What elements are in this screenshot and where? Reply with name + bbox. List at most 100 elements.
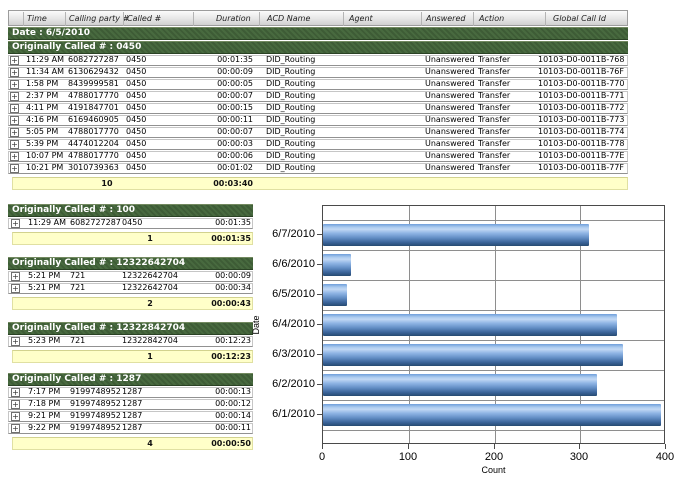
column-header-agent[interactable]: Agent	[349, 11, 373, 26]
summary-total-duration: 00:12:23	[194, 350, 251, 363]
expand-icon[interactable]: +	[10, 128, 19, 137]
cell-global-call-id: 10103-D0-0011B-76F	[538, 67, 624, 78]
column-separator	[421, 12, 422, 26]
chart-bar	[323, 344, 623, 366]
cell-answered: Unanswered	[425, 103, 475, 114]
cell-time: 11:29 AM	[28, 218, 68, 229]
cell-calling-party: 4788017770	[68, 91, 122, 102]
category-label: 6/3/2010	[260, 348, 315, 360]
cell-action: Transfer	[478, 79, 530, 90]
x-tickmark	[408, 444, 409, 449]
y-gridline	[323, 340, 664, 341]
expand-icon[interactable]: +	[10, 164, 19, 173]
cell-answered: Unanswered	[425, 151, 475, 162]
expand-icon[interactable]: +	[11, 412, 20, 421]
cell-duration: 00:00:13	[194, 387, 251, 398]
cell-global-call-id: 10103-D0-0011B-773	[538, 115, 624, 126]
cell-calling-party: 4788017770	[68, 127, 122, 138]
chart-bar	[323, 284, 347, 306]
expand-icon[interactable]: +	[11, 272, 20, 281]
summary-total-duration: 00:03:40	[196, 177, 253, 190]
cell-action: Transfer	[478, 163, 530, 174]
column-header-global-call-id[interactable]: Global Call Id	[553, 11, 606, 26]
x-tick-label: 0	[304, 451, 340, 463]
x-tick-label: 200	[476, 451, 512, 463]
cell-answered: Unanswered	[425, 79, 475, 90]
summary-total-duration: 00:00:43	[194, 297, 251, 310]
column-header-duration[interactable]: Duration	[216, 11, 251, 26]
expand-icon[interactable]: +	[10, 116, 19, 125]
cell-acd-name: DID_Routing	[266, 67, 340, 78]
expand-icon[interactable]: +	[11, 424, 20, 433]
cell-time: 2:37 PM	[26, 91, 66, 102]
expand-icon[interactable]: +	[10, 152, 19, 161]
cell-calling-party: 9199748952	[70, 399, 124, 410]
cell-time: 11:29 AM	[26, 55, 66, 66]
cell-called-number: 1287	[122, 423, 188, 434]
expand-icon[interactable]: +	[10, 56, 19, 65]
column-header-calling-party-[interactable]: Calling party #	[69, 11, 129, 26]
expand-icon[interactable]: +	[11, 284, 20, 293]
cell-answered: Unanswered	[425, 55, 475, 66]
cell-time: 5:05 PM	[26, 127, 66, 138]
column-header-time[interactable]: Time	[27, 11, 47, 26]
column-separator	[193, 12, 194, 26]
cell-time: 10:21 PM	[26, 163, 66, 174]
expand-icon[interactable]: +	[10, 140, 19, 149]
cell-answered: Unanswered	[425, 91, 475, 102]
cell-action: Transfer	[478, 151, 530, 162]
column-header-answered[interactable]: Answered	[426, 11, 465, 26]
expand-icon[interactable]: +	[10, 92, 19, 101]
column-header-acd-name[interactable]: ACD Name	[267, 11, 310, 26]
cell-time: 4:16 PM	[26, 115, 66, 126]
y-tickmark	[317, 324, 322, 325]
column-header-action[interactable]: Action	[479, 11, 504, 26]
y-gridline	[323, 430, 664, 431]
column-separator	[23, 12, 24, 26]
y-gridline	[323, 220, 664, 221]
category-label: 6/2/2010	[260, 378, 315, 390]
cell-called-number: 0450	[126, 163, 192, 174]
y-tickmark	[317, 384, 322, 385]
cell-global-call-id: 10103-D0-0011B-77F	[538, 163, 624, 174]
cell-duration: 00:00:12	[194, 399, 251, 410]
column-separator	[65, 12, 66, 26]
cell-called-number: 12322842704	[122, 336, 188, 347]
category-label: 6/1/2010	[260, 408, 315, 420]
y-tickmark	[317, 294, 322, 295]
chart-plot-area	[322, 205, 665, 444]
cell-duration: 00:00:11	[194, 423, 251, 434]
cell-called-number: 0450	[126, 103, 192, 114]
x-tick-label: 400	[647, 451, 676, 463]
cell-calling-party: 6130629432	[68, 67, 122, 78]
y-tickmark	[317, 234, 322, 235]
y-gridline	[323, 280, 664, 281]
column-header-called-[interactable]: Called #	[127, 11, 161, 26]
expand-icon[interactable]: +	[11, 219, 20, 228]
expand-icon[interactable]: +	[10, 80, 19, 89]
cell-duration: 00:00:34	[194, 283, 251, 294]
cell-duration: 00:00:15	[196, 103, 253, 114]
expand-icon[interactable]: +	[10, 104, 19, 113]
summary-call-count: 10	[85, 177, 129, 190]
chart-bar	[323, 404, 661, 426]
cell-action: Transfer	[478, 127, 530, 138]
cell-time: 1:58 PM	[26, 79, 66, 90]
cell-calling-party: 3010739363	[68, 163, 122, 174]
cell-time: 5:21 PM	[28, 271, 68, 282]
cell-called-number: 1287	[122, 399, 188, 410]
cell-acd-name: DID_Routing	[266, 79, 340, 90]
expand-icon[interactable]: +	[10, 68, 19, 77]
cell-calling-party: 9199748952	[70, 387, 124, 398]
cell-called-number: 0450	[126, 91, 192, 102]
cell-time: 5:21 PM	[28, 283, 68, 294]
cell-time: 9:22 PM	[28, 423, 68, 434]
expand-icon[interactable]: +	[11, 400, 20, 409]
expand-icon[interactable]: +	[11, 388, 20, 397]
expand-icon[interactable]: +	[11, 337, 20, 346]
cell-answered: Unanswered	[425, 115, 475, 126]
cell-calling-party: 721	[70, 271, 124, 282]
summary-total-duration: 00:00:50	[194, 437, 251, 450]
cell-duration: 00:00:11	[196, 115, 253, 126]
cell-called-number: 0450	[126, 115, 192, 126]
